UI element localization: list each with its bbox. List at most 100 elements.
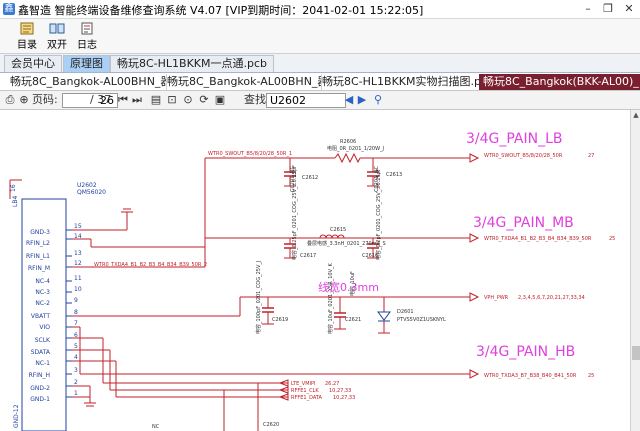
- section-mb-heading: 3/4G_PAIN_MB: [473, 215, 574, 231]
- first-page-icon[interactable]: ⏮: [118, 93, 128, 107]
- doc-tab-scan-pdf[interactable]: 畅玩8C-HL1BKKM实物扫描图.pdfx: [318, 74, 483, 90]
- catalog-label: 目录: [17, 40, 37, 51]
- pin-number: 14: [74, 233, 82, 240]
- zoom-in-icon[interactable]: ⊕: [18, 93, 30, 107]
- part-ref-c2613: C2613: [386, 172, 402, 178]
- pin-name: RFIN_M: [28, 265, 50, 272]
- chip-part: QM56020: [77, 189, 106, 196]
- net-arrow-swout: [469, 153, 480, 163]
- fit-page-icon[interactable]: ⊡: [166, 93, 178, 107]
- find-next-icon[interactable]: ▶: [357, 93, 367, 107]
- net-label-txda4: WTR0_TXDA4_B1_B2_B3_B4_B34_B39_50R_2: [94, 262, 207, 268]
- pin-name: VBATT: [31, 313, 50, 320]
- log-label: 日志: [77, 40, 97, 51]
- net-pages-data: 10,27,33: [333, 395, 355, 401]
- save-icon[interactable]: ▤: [150, 93, 162, 107]
- net-label-swout: WTR0_SWOUT_B5/8/20/28_50R_1: [208, 151, 292, 157]
- pin-name: GND-2: [30, 385, 50, 392]
- doc-tab-label: 畅玩8C_Bangkok-AL00BHN_器件标...: [167, 75, 321, 88]
- tvs-diode-d2601: [377, 311, 391, 321]
- net-pages-txda4: 25: [609, 236, 615, 242]
- tab-schematic[interactable]: 原理图: [63, 55, 110, 72]
- pin-name: VIO: [39, 324, 50, 331]
- fit-width-icon[interactable]: ▣: [214, 93, 226, 107]
- pin-number: 7: [74, 320, 78, 327]
- zoom-icon[interactable]: ⊙: [182, 93, 194, 107]
- last-page-icon[interactable]: ⏭: [132, 93, 142, 107]
- scroll-up-icon[interactable]: ▲: [632, 111, 640, 119]
- dual-open-label: 双开: [47, 40, 67, 51]
- doc-tab-label: 畅玩8C_Bangkok(BKK-AL00)_电路原...: [483, 75, 640, 88]
- pin-name: NC-2: [35, 300, 50, 307]
- part-value-c2619: 电容_100pF_0201_COG_25V_J: [255, 261, 262, 334]
- pin-name: NC-1: [35, 360, 50, 367]
- page-label: 页码:: [32, 93, 58, 106]
- resistor-r2606: [334, 152, 361, 164]
- log-button[interactable]: 日志: [74, 21, 100, 51]
- catalog-icon: [20, 22, 34, 35]
- pin-number: 2: [74, 379, 78, 386]
- vertical-scrollbar[interactable]: ▲: [630, 110, 640, 431]
- part-value-d2601: PTVS5V0Z1USKNYL: [397, 317, 446, 323]
- rotate-icon[interactable]: ⟳: [198, 93, 210, 107]
- window-title: 鑫智造 智能终端设备维修查询系统 V4.07 [VIP到期时间：2041-02-…: [18, 4, 424, 17]
- scroll-thumb[interactable]: [632, 346, 640, 360]
- doc-tab-label: 畅玩8C-HL1BKKM实物扫描图.pdf: [322, 75, 483, 88]
- chip-pin16: 16: [10, 184, 17, 192]
- net-arrow-txda4: [469, 233, 480, 243]
- part-value-c2616: 电容_0.2pF_0201_COG_25V_±0.25pF: [375, 168, 382, 260]
- restore-button[interactable]: ❐: [598, 0, 618, 17]
- part-value-r2606: 电阻_0R_0201_1/20W_J: [327, 145, 384, 152]
- part-ref-c2617: C2617: [300, 253, 316, 259]
- catalog-button[interactable]: 目录: [14, 21, 40, 51]
- close-button[interactable]: ✕: [619, 0, 639, 17]
- nc-note: NC: [152, 424, 160, 430]
- schematic-viewer[interactable]: 3/4G_PAIN_LB 3/4G_PAIN_MB 3/4G_PAIN_HB 线…: [0, 110, 630, 431]
- net-label-vmipi: LTE_VMIPI: [291, 381, 316, 387]
- part-value-c2621: 电容_10uF_0201_X5R_10V_K: [327, 263, 334, 334]
- binoculars-icon[interactable]: ⚲: [372, 93, 384, 107]
- pin-number: 13: [74, 250, 82, 257]
- net-label-clk: RFFE1_CLK: [291, 388, 319, 394]
- print-icon[interactable]: ⎙: [4, 93, 16, 107]
- chip-lb4: LB4: [12, 196, 19, 207]
- section-lb-heading: 3/4G_PAIN_LB: [466, 131, 563, 147]
- main-toolbar: 目录 双开 日志: [0, 19, 640, 54]
- part-ref-c2619: C2619: [272, 317, 288, 323]
- pin-name: RFIN_L1: [26, 253, 50, 260]
- pin-number: 6: [74, 332, 78, 339]
- net-pages-vmipi: 26,27: [325, 381, 339, 387]
- section-hb-heading: 3/4G_PAIN_HB: [476, 344, 575, 360]
- doc-tab-component-1[interactable]: 畅玩8C_Bangkok-AL00BHN_器件标...x: [6, 74, 167, 90]
- part-value-c2615: 叠层电感_3.3nH_0201_270mA_S: [307, 240, 386, 247]
- net-pages-swout: 27: [588, 153, 594, 159]
- find-prev-icon[interactable]: ◀: [344, 93, 354, 107]
- part-ref-d2601: D2601: [397, 309, 414, 315]
- net-pages-vph: 2,3,4,5,6,7,20,21,27,33,34: [518, 295, 585, 301]
- net-arrow-vph: [469, 292, 480, 302]
- pin-number: 12: [74, 260, 82, 267]
- app-logo-icon: 鑫: [3, 3, 15, 15]
- doc-tab-component-2[interactable]: 畅玩8C_Bangkok-AL00BHN_器件标...x: [163, 74, 322, 90]
- tab-pcb-file[interactable]: 畅玩8C-HL1BKKM一点通.pcb: [110, 55, 275, 72]
- net-label-vph: VPH_PWR: [484, 295, 509, 301]
- tab-member-center[interactable]: 会员中心: [4, 55, 62, 72]
- doc-tab-schematic-active[interactable]: 畅玩8C_Bangkok(BKK-AL00)_电路原...: [479, 74, 640, 90]
- net-label-swout-right: WTR0_SWOUT_B5/8/20/28_50R: [484, 153, 563, 159]
- document-tab-strip: 畅玩8C_Bangkok-AL00BHN_器件标...x 畅玩8C_Bangko…: [0, 74, 640, 91]
- pin-number: 4: [74, 354, 78, 361]
- pin-name: RFIN_H: [29, 372, 50, 379]
- pin-name: SCLK: [35, 337, 51, 344]
- dual-open-button[interactable]: 双开: [44, 21, 70, 51]
- log-icon: [81, 22, 93, 35]
- pin-name: NC-4: [35, 278, 50, 285]
- page-total: / 37: [90, 93, 112, 106]
- minimize-button[interactable]: –: [578, 0, 598, 17]
- net-label-txda4-right: WTR0_TXDA4_B1_B2_B3_B4_B34_B39_50R: [484, 236, 592, 242]
- net-label-data: RFFE1_DATA: [291, 395, 323, 401]
- find-input[interactable]: U2602: [266, 93, 346, 108]
- part-ref-c2621: C2621: [345, 317, 361, 323]
- pdf-toolbar: ⎙ ⊕ 页码: 26 / 37 ⏮ ⏭ ▤ ⊡ ⊙ ⟳ ▣ 查找: U2602 …: [0, 91, 640, 110]
- part-ref-c2615: C2615: [330, 227, 346, 233]
- part-ref-r2606: R2606: [340, 139, 356, 145]
